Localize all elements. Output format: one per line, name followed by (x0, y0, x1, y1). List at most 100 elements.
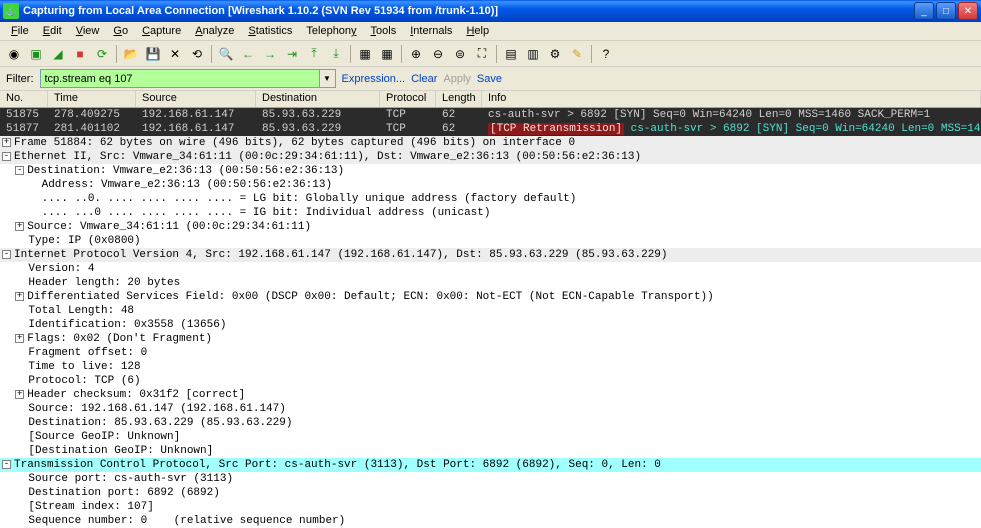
menu-telephony[interactable]: Telephony (299, 23, 363, 39)
filters-icon[interactable]: ▤ (501, 44, 521, 64)
filter-input[interactable] (40, 69, 320, 88)
resize-cols-icon[interactable]: ⛶ (472, 44, 492, 64)
detail-line[interactable]: +Flags: 0x02 (Don't Fragment) (0, 332, 981, 346)
expression-link[interactable]: Expression... (342, 73, 406, 85)
interfaces-icon[interactable]: ◉ (4, 44, 24, 64)
col-length[interactable]: Length (436, 91, 482, 107)
detail-line[interactable]: +Differentiated Services Field: 0x00 (DS… (0, 290, 981, 304)
detail-line[interactable]: Destination: 85.93.63.229 (85.93.63.229) (0, 416, 981, 430)
detail-line[interactable]: [Stream index: 107] (0, 500, 981, 514)
menubar: File Edit View Go Capture Analyze Statis… (0, 22, 981, 41)
back-icon[interactable]: ← (238, 44, 258, 64)
help-icon[interactable]: ? (596, 44, 616, 64)
expand-icon[interactable]: + (2, 138, 11, 147)
detail-line[interactable]: +Header checksum: 0x31f2 [correct] (0, 388, 981, 402)
menu-capture[interactable]: Capture (135, 23, 188, 39)
col-protocol[interactable]: Protocol (380, 91, 436, 107)
eth-line[interactable]: -Ethernet II, Src: Vmware_34:61:11 (00:0… (0, 150, 981, 164)
expand-icon[interactable]: + (15, 334, 24, 343)
colorize-icon[interactable]: ▦ (355, 44, 375, 64)
stop-icon[interactable]: ■ (70, 44, 90, 64)
menu-internals[interactable]: Internals (403, 23, 459, 39)
restart-icon[interactable]: ⟳ (92, 44, 112, 64)
menu-statistics[interactable]: Statistics (241, 23, 299, 39)
clear-link[interactable]: Clear (411, 73, 437, 85)
forward-icon[interactable]: → (260, 44, 280, 64)
tcp-line[interactable]: -Transmission Control Protocol, Src Port… (0, 458, 981, 472)
detail-line[interactable]: Identification: 0x3558 (13656) (0, 318, 981, 332)
detail-line[interactable]: Sequence number: 0 (relative sequence nu… (0, 514, 981, 528)
collapse-icon[interactable]: - (15, 166, 24, 175)
detail-line[interactable]: .... ..0. .... .... .... .... = LG bit: … (0, 192, 981, 206)
detail-line[interactable]: .... ...0 .... .... .... .... = IG bit: … (0, 206, 981, 220)
reload-icon[interactable]: ⟲ (187, 44, 207, 64)
autoscroll-icon[interactable]: ▦ (377, 44, 397, 64)
close-file-icon[interactable]: ✕ (165, 44, 185, 64)
detail-line[interactable]: -Destination: Vmware_e2:36:13 (00:50:56:… (0, 164, 981, 178)
zoom-reset-icon[interactable]: ⊜ (450, 44, 470, 64)
detail-line[interactable]: Protocol: TCP (6) (0, 374, 981, 388)
find-icon[interactable]: 🔍 (216, 44, 236, 64)
minimize-button[interactable]: _ (914, 2, 934, 20)
separator (401, 45, 402, 63)
filter-label: Filter: (6, 73, 34, 85)
menu-file[interactable]: File (4, 23, 36, 39)
detail-line[interactable]: Header length: 20 bytes (0, 276, 981, 290)
col-no[interactable]: No. (0, 91, 48, 107)
detail-line[interactable]: [Source GeoIP: Unknown] (0, 430, 981, 444)
first-icon[interactable]: ⤒ (304, 44, 324, 64)
expand-icon[interactable]: + (15, 292, 24, 301)
detail-line[interactable]: Address: Vmware_e2:36:13 (00:50:56:e2:36… (0, 178, 981, 192)
apply-link[interactable]: Apply (443, 73, 471, 85)
close-button[interactable]: ✕ (958, 2, 978, 20)
app-icon: ⚓ (3, 3, 19, 19)
collapse-icon[interactable]: - (2, 152, 11, 161)
detail-line[interactable]: Destination port: 6892 (6892) (0, 486, 981, 500)
save-icon[interactable]: 💾 (143, 44, 163, 64)
detail-line[interactable]: +Source: Vmware_34:61:11 (00:0c:29:34:61… (0, 220, 981, 234)
options-icon[interactable]: ▣ (26, 44, 46, 64)
detail-line[interactable]: Time to live: 128 (0, 360, 981, 374)
frame-line[interactable]: +Frame 51884: 62 bytes on wire (496 bits… (0, 136, 981, 150)
detail-line[interactable]: Type: IP (0x0800) (0, 234, 981, 248)
collapse-icon[interactable]: - (2, 460, 11, 469)
packet-row[interactable]: 51877 281.401102 192.168.61.147 85.93.63… (0, 122, 981, 136)
col-info[interactable]: Info (482, 91, 981, 107)
zoom-out-icon[interactable]: ⊖ (428, 44, 448, 64)
packet-row[interactable]: 51875 278.409275 192.168.61.147 85.93.63… (0, 108, 981, 122)
ip-line[interactable]: -Internet Protocol Version 4, Src: 192.1… (0, 248, 981, 262)
menu-tools[interactable]: Tools (364, 23, 404, 39)
prefs-icon[interactable]: ⚙ (545, 44, 565, 64)
open-icon[interactable]: 📂 (121, 44, 141, 64)
packet-details: +Frame 51884: 62 bytes on wire (496 bits… (0, 136, 981, 528)
menu-help[interactable]: Help (459, 23, 496, 39)
detail-line[interactable]: Fragment offset: 0 (0, 346, 981, 360)
start-icon[interactable]: ◢ (48, 44, 68, 64)
menu-edit[interactable]: Edit (36, 23, 69, 39)
col-time[interactable]: Time (48, 91, 136, 107)
coloring-icon[interactable]: ▥ (523, 44, 543, 64)
separator (350, 45, 351, 63)
detail-line[interactable]: Total Length: 48 (0, 304, 981, 318)
collapse-icon[interactable]: - (2, 250, 11, 259)
notes-icon[interactable]: ✎ (567, 44, 587, 64)
col-destination[interactable]: Destination (256, 91, 380, 107)
menu-go[interactable]: Go (106, 23, 135, 39)
toolbar: ◉ ▣ ◢ ■ ⟳ 📂 💾 ✕ ⟲ 🔍 ← → ⇥ ⤒ ⤓ ▦ ▦ ⊕ ⊖ ⊜ … (0, 41, 981, 67)
menu-view[interactable]: View (69, 23, 107, 39)
detail-line[interactable]: Source: 192.168.61.147 (192.168.61.147) (0, 402, 981, 416)
expand-icon[interactable]: + (15, 222, 24, 231)
expand-icon[interactable]: + (15, 390, 24, 399)
detail-line[interactable]: [Destination GeoIP: Unknown] (0, 444, 981, 458)
separator (116, 45, 117, 63)
menu-analyze[interactable]: Analyze (188, 23, 241, 39)
col-source[interactable]: Source (136, 91, 256, 107)
save-link[interactable]: Save (477, 73, 502, 85)
filter-dropdown-icon[interactable]: ▼ (320, 69, 336, 88)
zoom-in-icon[interactable]: ⊕ (406, 44, 426, 64)
maximize-button[interactable]: □ (936, 2, 956, 20)
goto-icon[interactable]: ⇥ (282, 44, 302, 64)
last-icon[interactable]: ⤓ (326, 44, 346, 64)
detail-line[interactable]: Source port: cs-auth-svr (3113) (0, 472, 981, 486)
detail-line[interactable]: Version: 4 (0, 262, 981, 276)
